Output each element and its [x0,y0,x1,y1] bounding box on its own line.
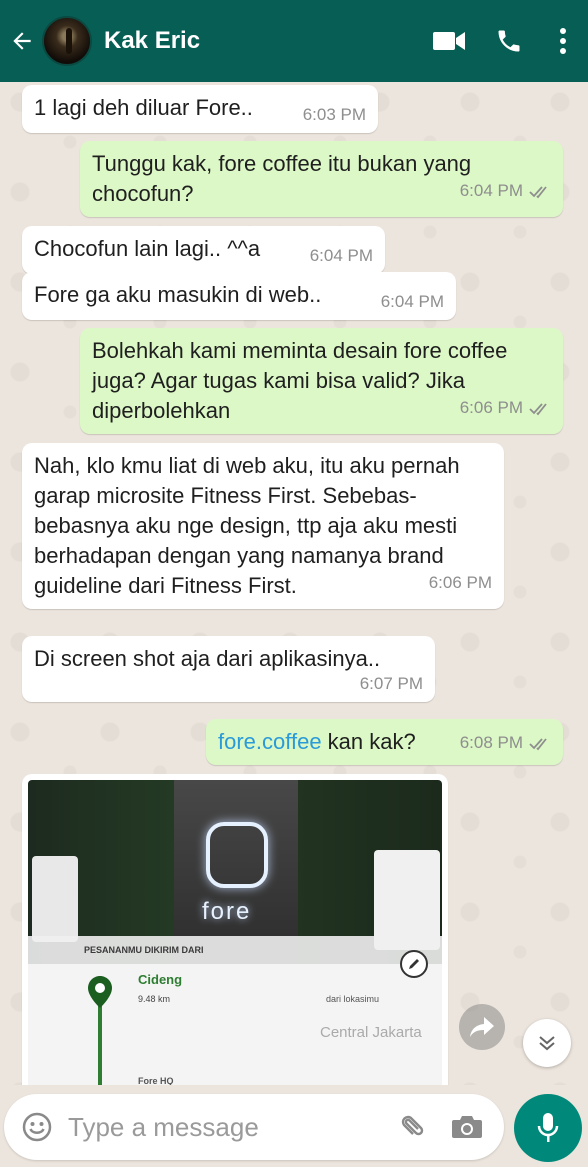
message-outgoing[interactable]: Tunggu kak, fore coffee itu bukan yang c… [80,141,563,217]
message-time: 6:04 PM [380,292,444,311]
message-incoming[interactable]: Chocofun lain lagi.. ^^a 6:04 PM [22,226,385,274]
message-text: 1 lagi deh diluar Fore.. [34,95,253,120]
chat-area[interactable]: 1 lagi deh diluar Fore.. 6:03 PM Tunggu … [0,82,588,1085]
edit-icon [400,950,428,978]
message-time: 6:03 PM [302,105,366,124]
voice-record-button[interactable] [514,1094,582,1162]
more-options-button[interactable] [546,0,580,82]
message-time: 6:04 PM [459,181,523,200]
message-text: Nah, klo kmu liat di web aku, itu aku pe… [34,453,460,598]
camera-button[interactable] [438,1114,496,1140]
logo-text: fore [202,898,252,925]
video-call-button[interactable] [426,0,472,82]
forward-button[interactable] [459,1004,505,1050]
phone-icon [498,30,520,52]
back-button[interactable] [2,0,42,82]
message-time: 6:06 PM [428,573,492,592]
scroll-down-button[interactable] [523,1019,571,1067]
message-outgoing[interactable]: Bolehkah kami meminta desain fore coffee… [80,328,563,434]
message-time: 6:04 PM [309,246,373,265]
video-call-icon [433,32,465,50]
image-thumbnail[interactable]: fore PESANANMU DIKIRIM DARI Cideng 9.48 … [28,780,442,1085]
attach-button[interactable] [382,1112,438,1142]
location-from-label: dari lokasimu [326,994,380,1004]
message-text: Fore ga aku masukin di web.. [34,282,322,307]
location-distance: 9.48 km [138,994,171,1004]
forward-icon [470,1017,494,1037]
message-text: Bolehkah kami meminta desain fore coffee… [92,338,508,423]
double-check-icon [529,737,547,750]
location-pin-icon [88,976,112,1008]
more-vert-icon [560,28,566,54]
attach-icon [401,1115,424,1136]
map-preview: Cideng 9.48 km dari lokasimu Central Jak… [28,964,442,1085]
message-link[interactable]: fore.coffee [218,729,322,754]
message-incoming[interactable]: Di screen shot aja dari aplikasinya.. 6:… [22,636,435,702]
message-text: Di screen shot aja dari aplikasinya.. [34,646,381,671]
image-message[interactable]: fore PESANANMU DIKIRIM DARI Cideng 9.48 … [22,774,448,1085]
chat-header: Kak Eric [0,0,588,82]
message-incoming[interactable]: 1 lagi deh diluar Fore.. 6:03 PM [22,85,378,133]
message-incoming[interactable]: Fore ga aku masukin di web.. 6:04 PM [22,272,456,320]
emoji-icon [22,1112,52,1142]
message-text: Tunggu kak, fore coffee itu bukan yang c… [92,151,472,206]
message-time: 6:07 PM [359,674,423,693]
double-chevron-down-icon [539,1036,555,1051]
next-location: Fore HQ [138,1076,174,1085]
location-name: Cideng [138,972,183,987]
message-input-bar[interactable]: Type a message [4,1094,504,1160]
message-input[interactable]: Type a message [68,1112,382,1143]
camera-icon [452,1116,482,1138]
avatar[interactable] [42,16,92,66]
double-check-icon [529,402,547,415]
back-arrow-icon [13,32,31,50]
message-time: 6:08 PM [459,733,523,752]
emoji-button[interactable] [6,1111,68,1143]
fore-logo-icon [206,822,268,888]
message-outgoing[interactable]: fore.coffee kan kak? 6:08 PM [206,719,563,765]
message-text: Chocofun lain lagi.. ^^a [34,236,261,261]
contact-name[interactable]: Kak Eric [104,27,426,55]
mic-icon [537,1113,559,1142]
double-check-icon [529,185,547,198]
image-banner: PESANANMU DIKIRIM DARI [28,936,442,964]
voice-call-button[interactable] [486,0,532,82]
message-text: kan kak? [321,729,416,754]
message-incoming[interactable]: Nah, klo kmu liat di web aku, itu aku pe… [22,443,504,609]
map-area-label: Central Jakarta [320,1024,422,1041]
message-time: 6:06 PM [459,398,523,417]
